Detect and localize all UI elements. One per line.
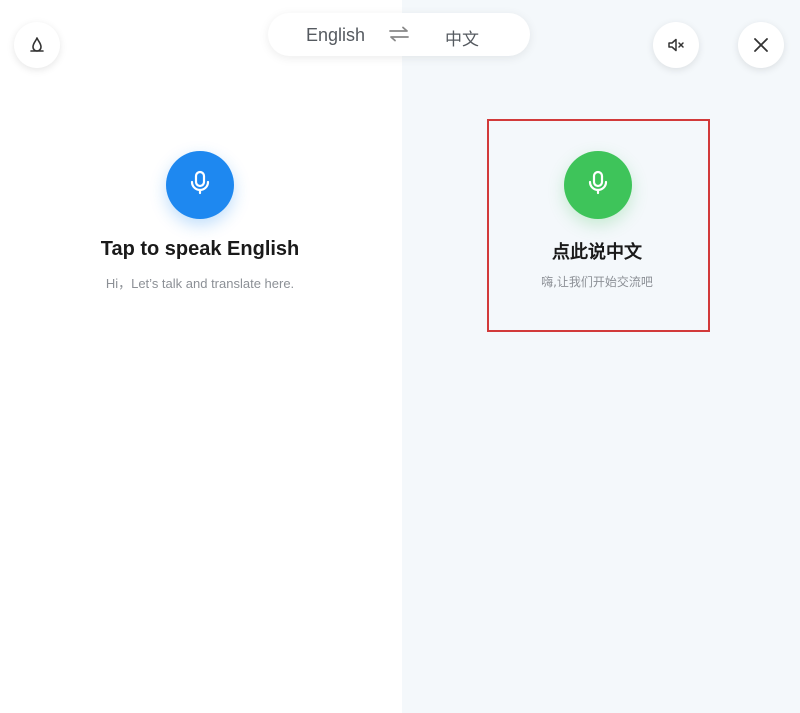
chinese-pane — [402, 0, 800, 713]
speaker-mute-icon — [667, 37, 685, 53]
close-icon — [753, 37, 769, 53]
language-switch: English 中文 — [268, 13, 530, 56]
swap-arrows-icon[interactable] — [388, 26, 410, 47]
microphone-icon — [586, 170, 610, 201]
microphone-icon — [188, 170, 212, 201]
speak-english-button[interactable] — [166, 151, 234, 219]
target-language[interactable]: 中文 — [445, 25, 479, 50]
mute-button[interactable] — [653, 22, 699, 68]
english-pane — [0, 0, 402, 713]
chinese-hint: 嗨,让我们开始交流吧 — [541, 275, 653, 289]
theme-button[interactable] — [14, 22, 60, 68]
theme-icon — [28, 36, 46, 54]
speak-chinese-label: 点此说中文 — [552, 242, 642, 263]
close-button[interactable] — [738, 22, 784, 68]
english-hint: Hi，Let’s talk and translate here. — [105, 276, 295, 291]
speak-chinese-button[interactable] — [564, 151, 632, 219]
speak-english-label: Tap to speak English — [100, 238, 300, 260]
source-language[interactable]: English — [306, 25, 365, 46]
